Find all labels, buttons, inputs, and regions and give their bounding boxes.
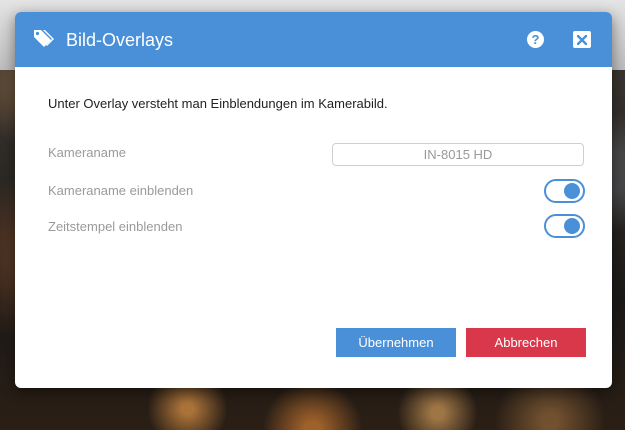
toggle-knob: [564, 218, 580, 234]
dialog-header: Bild-Overlays ?: [15, 12, 612, 67]
apply-button[interactable]: Übernehmen: [336, 328, 456, 357]
dialog-title: Bild-Overlays: [66, 30, 174, 50]
show-timestamp-toggle[interactable]: [544, 214, 585, 238]
help-button[interactable]: ?: [527, 31, 544, 48]
intro-text: Unter Overlay versteht man Einblendungen…: [48, 96, 388, 111]
show-timestamp-label: Zeitstempel einblenden: [48, 219, 183, 234]
close-icon: [577, 34, 587, 45]
overlay-settings-dialog: Bild-Overlays ? Unter Overlay versteht m…: [15, 12, 612, 388]
toggle-knob: [564, 183, 580, 199]
show-camera-name-label: Kameraname einblenden: [48, 183, 194, 198]
camera-name-label: Kameraname: [48, 145, 127, 160]
camera-name-input[interactable]: [332, 143, 584, 166]
cancel-button[interactable]: Abbrechen: [466, 328, 586, 357]
tags-icon: [32, 27, 56, 51]
show-camera-name-toggle[interactable]: [544, 179, 585, 203]
close-button[interactable]: [573, 31, 591, 48]
